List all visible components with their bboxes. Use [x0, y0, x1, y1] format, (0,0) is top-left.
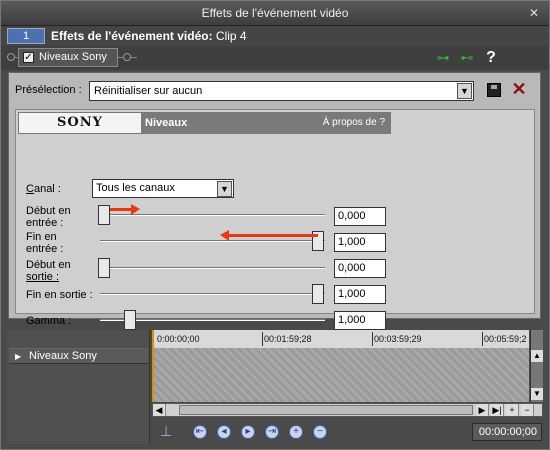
- track-label: Niveaux Sony: [29, 350, 97, 362]
- plugin-name-bar: Niveaux À propos de ?: [141, 113, 391, 133]
- preset-value: Réinitialiser sur aucun: [94, 85, 203, 97]
- effects-header: 1 Effets de l'événement vidéo: Clip 4: [1, 26, 549, 46]
- header-title: Effets de l'événement vidéo: Clip 4: [51, 29, 247, 43]
- value-fin-entree[interactable]: 1,000: [334, 233, 386, 252]
- canal-dropdown[interactable]: Tous les canaux ▼: [92, 179, 234, 198]
- param-label-fin-entree: Fin en entrée :: [26, 231, 64, 255]
- slider-thumb[interactable]: [312, 284, 324, 304]
- scroll-up-icon[interactable]: ▲: [531, 350, 543, 362]
- plugin-panel: Présélection : Réinitialiser sur aucun ▼…: [8, 72, 541, 330]
- horizontal-scrollbar[interactable]: ◀ ▶ ▶| + −: [152, 403, 543, 417]
- plugin-header: SONY Niveaux À propos de ?: [18, 112, 391, 134]
- keyframe-timeline: ▶ Niveaux Sony 0:00:00;00 00:01:59;28 00…: [7, 330, 543, 444]
- annotation-arrow-right: [110, 204, 140, 215]
- track-item[interactable]: ▶ Niveaux Sony: [9, 348, 148, 364]
- zoom-out-icon[interactable]: −: [521, 404, 534, 416]
- add-keyframe-icon[interactable]: +: [289, 425, 303, 439]
- slider-thumb[interactable]: [98, 258, 110, 278]
- prev-keyframe-icon[interactable]: ◂: [217, 425, 231, 439]
- scroll-left-icon[interactable]: ◀: [153, 404, 166, 416]
- preset-dropdown[interactable]: Réinitialiser sur aucun ▼: [89, 81, 474, 101]
- last-keyframe-icon[interactable]: ⇥: [265, 425, 279, 439]
- ruler-tick-line: [262, 332, 263, 346]
- chain-index-badge[interactable]: 1: [7, 28, 45, 44]
- chevron-down-icon[interactable]: ▼: [217, 181, 232, 197]
- preset-label: Présélection :: [15, 84, 82, 96]
- param-label-fin-sortie: Fin en sortie :: [26, 289, 93, 301]
- value-gamma[interactable]: 1,000: [334, 311, 386, 330]
- chevron-down-icon[interactable]: ▼: [457, 83, 472, 99]
- scroll-right-icon[interactable]: ▶: [476, 404, 489, 416]
- title-bar[interactable]: Effets de l'événement vidéo ✕: [1, 1, 549, 26]
- plugin-chain: ✓ Niveaux Sony ⊶ ⊷ ?: [1, 46, 549, 70]
- scroll-down-icon[interactable]: ▼: [531, 388, 543, 400]
- ruler-tick-line: [372, 332, 373, 346]
- expand-icon[interactable]: ▶: [15, 350, 21, 364]
- keyframe-area[interactable]: [154, 348, 529, 402]
- chain-start-node: [7, 53, 15, 61]
- ruler-tick-line: [482, 332, 483, 346]
- time-display: 00:00:00;00: [472, 423, 542, 441]
- next-keyframe-icon[interactable]: ▸: [241, 425, 255, 439]
- save-preset-icon[interactable]: [487, 83, 501, 97]
- value-debut-entree[interactable]: 0,000: [334, 207, 386, 226]
- annotation-arrow-left: [220, 230, 318, 241]
- canal-value: Tous les canaux: [96, 182, 175, 194]
- playhead-cursor[interactable]: [152, 330, 154, 402]
- levels-controls: SONY Niveaux À propos de ? Canal : Tous …: [15, 109, 535, 330]
- ruler-tick: 00:03:59;29: [374, 334, 422, 344]
- value-debut-sortie[interactable]: 0,000: [334, 259, 386, 278]
- scroll-thumb[interactable]: [179, 405, 473, 415]
- remove-plugin-icon[interactable]: ⊷: [459, 51, 475, 65]
- sony-logo: SONY: [19, 113, 141, 133]
- slider-thumb[interactable]: [123, 310, 136, 330]
- about-link[interactable]: À propos de ?: [323, 117, 385, 128]
- sync-cursor-icon[interactable]: ⊥: [160, 423, 176, 441]
- plugin-enabled-checkbox[interactable]: ✓: [23, 52, 34, 63]
- canal-label: Canal :: [26, 183, 61, 195]
- param-label-gamma: Gamma :: [26, 315, 72, 327]
- time-ruler[interactable]: 0:00:00;00 00:01:59;28 00:03:59;29 00:05…: [152, 330, 529, 348]
- ruler-tick: 00:01:59;28: [264, 334, 312, 344]
- ruler-tick: 00:05:59;2: [484, 334, 527, 344]
- param-label-debut-entree: Début en entrée :: [26, 205, 71, 229]
- vertical-scrollbar[interactable]: ▲ ▼: [530, 330, 543, 402]
- delete-keyframe-icon[interactable]: −: [313, 425, 327, 439]
- chain-end-node: [123, 53, 131, 61]
- plugin-chain-label: Niveaux Sony: [39, 51, 107, 63]
- first-keyframe-icon[interactable]: ⇤: [193, 425, 207, 439]
- param-label-debut-sortie: Début en sortie :: [26, 259, 71, 283]
- zoom-in-icon[interactable]: +: [506, 404, 519, 416]
- window-title: Effets de l'événement vidéo: [201, 6, 349, 20]
- help-icon[interactable]: ?: [483, 50, 499, 66]
- plugin-chain-button[interactable]: ✓ Niveaux Sony: [18, 48, 118, 67]
- slider-debut-sortie[interactable]: [98, 258, 325, 278]
- slider-thumb[interactable]: [98, 205, 110, 225]
- delete-preset-icon[interactable]: ✕: [511, 80, 527, 98]
- effects-window: Effets de l'événement vidéo ✕ 1 Effets d…: [0, 0, 550, 450]
- goto-end-icon[interactable]: ▶|: [491, 404, 504, 416]
- slider-fin-sortie[interactable]: [100, 284, 325, 304]
- value-fin-sortie[interactable]: 1,000: [334, 285, 386, 304]
- ruler-tick: 0:00:00;00: [157, 334, 200, 344]
- slider-gamma[interactable]: [100, 310, 325, 330]
- plugin-chain-icon[interactable]: ⊶: [435, 51, 451, 65]
- close-icon[interactable]: ✕: [527, 6, 541, 20]
- slider-fin-entree[interactable]: [100, 231, 325, 251]
- track-list: ▶ Niveaux Sony: [7, 330, 150, 444]
- plugin-name: Niveaux: [145, 117, 188, 129]
